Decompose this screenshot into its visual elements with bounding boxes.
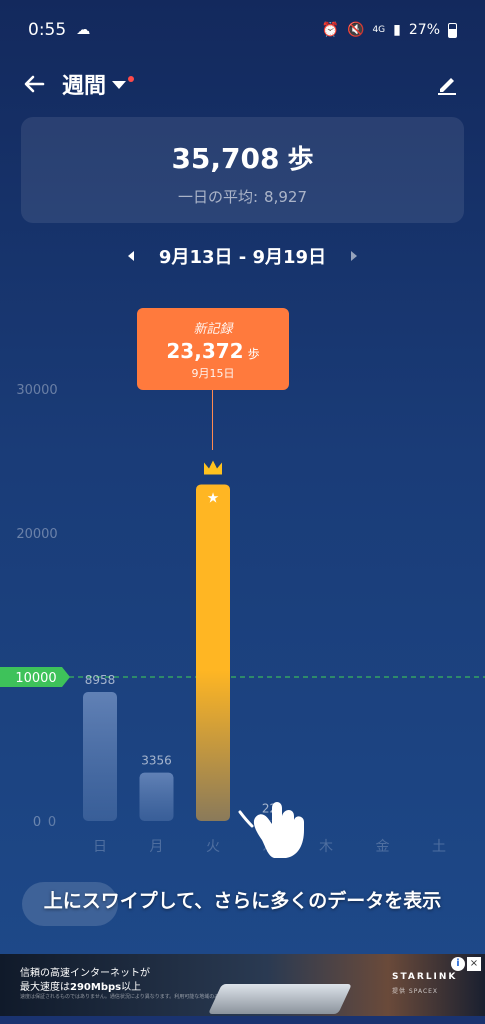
- record-bar: [196, 484, 230, 821]
- bar-value-label: 3356: [141, 754, 172, 768]
- x-tick-label: 月: [150, 839, 164, 855]
- ad-headline: 信頼の高速インターネットが: [20, 968, 150, 979]
- ad-banner[interactable]: 信頼の高速インターネットが 最大速度は290Mbps以上 速度は保証されるもので…: [0, 954, 485, 1016]
- weekly-total: 35,708 歩: [21, 139, 464, 176]
- swipe-hand-icon: [238, 802, 304, 858]
- tooltip-pointer: [212, 390, 213, 450]
- prev-week-button[interactable]: [119, 244, 143, 268]
- signal-icon: ▮: [393, 22, 401, 38]
- status-bar: 0:55 ☁ ⏰ 🔇 4G ▮ 27%: [0, 0, 485, 60]
- page-title: 週間: [62, 74, 107, 99]
- ad-info-icon[interactable]: i: [451, 957, 465, 971]
- bar-value-label: 8958: [85, 673, 116, 687]
- y-tick-label: 0: [48, 815, 56, 830]
- back-button[interactable]: [18, 68, 50, 100]
- arrow-left-icon: [24, 75, 45, 93]
- chevron-down-icon: [112, 81, 127, 89]
- crown-icon: [204, 460, 222, 475]
- system-nav-bar: [0, 1016, 485, 1024]
- steps-chart: 02000030000100008958日3356月★火22水木金土0 新記録 …: [0, 300, 485, 870]
- x-tick-label: 土: [432, 839, 446, 855]
- ad-sub-brand: 提供 SPACEX: [392, 988, 439, 995]
- mute-icon: 🔇: [347, 22, 365, 38]
- new-record-label: 新記録: [193, 322, 233, 337]
- y-tick-label: 20000: [16, 527, 57, 542]
- star-icon: ★: [207, 490, 220, 506]
- record-value: 23,372 歩: [137, 339, 289, 363]
- x-tick-label: 木: [319, 839, 333, 855]
- x-tick-label: 金: [376, 839, 390, 855]
- alarm-icon: ⏰: [321, 22, 340, 38]
- avg-label: 一日の平均:: [177, 188, 259, 206]
- notification-icons: ☁: [76, 22, 95, 38]
- x-tick-label: 火: [206, 839, 220, 855]
- record-steps: 23,372: [166, 339, 244, 363]
- ad-speed-prefix: 最大速度は: [20, 982, 70, 993]
- x-tick-label: 日: [93, 839, 107, 855]
- avg-value: 8,927: [264, 188, 307, 206]
- header: 週間: [0, 62, 485, 106]
- triangle-right-icon: [351, 251, 358, 261]
- edit-button[interactable]: [431, 68, 463, 100]
- bar: [139, 772, 174, 821]
- status-time: 0:55: [28, 20, 67, 40]
- ad-brand: STARLINK: [392, 972, 458, 982]
- y-tick-label: 0: [33, 815, 41, 830]
- summary-card: 35,708 歩 一日の平均: 8,927: [21, 117, 464, 223]
- total-value: 35,708: [171, 142, 280, 175]
- total-unit: 歩: [287, 145, 314, 175]
- record-unit: 歩: [247, 347, 260, 361]
- ad-speed-value: 290Mbps: [70, 982, 122, 993]
- date-range: 9月13日 - 9月19日: [158, 247, 327, 268]
- network-label: 4G: [372, 25, 386, 35]
- notification-dot: [128, 76, 135, 82]
- bar: [83, 692, 117, 821]
- ad-speed-suffix: 以上: [121, 982, 142, 993]
- ad-fine-print: 速度は保証されるものではありません。通信状況により異なります。利用可能な地域のみ…: [20, 994, 225, 1000]
- date-navigation: 9月13日 - 9月19日: [0, 240, 485, 272]
- ad-close-icon[interactable]: ×: [467, 957, 481, 971]
- triangle-left-icon: [127, 251, 134, 261]
- pencil-icon: [438, 78, 456, 95]
- period-selector[interactable]: 週間: [62, 68, 135, 100]
- ad-speed: 最大速度は290Mbps以上: [20, 978, 141, 993]
- record-tooltip: 新記録 23,372 歩 9月15日: [137, 308, 289, 390]
- satellite-dish-image: [208, 984, 352, 1014]
- record-date: 9月15日: [191, 367, 235, 380]
- battery-icon: [448, 22, 457, 38]
- next-week-button[interactable]: [342, 244, 366, 268]
- y-tick-label: 30000: [16, 383, 57, 398]
- daily-average: 一日の平均: 8,927: [21, 186, 464, 207]
- goal-label: 10000: [15, 671, 56, 686]
- status-right: ⏰ 🔇 4G ▮ 27%: [322, 22, 457, 38]
- battery-label: 27%: [408, 22, 440, 38]
- swipe-hint: 上にスワイプして、さらに多くのデータを表示: [43, 890, 442, 912]
